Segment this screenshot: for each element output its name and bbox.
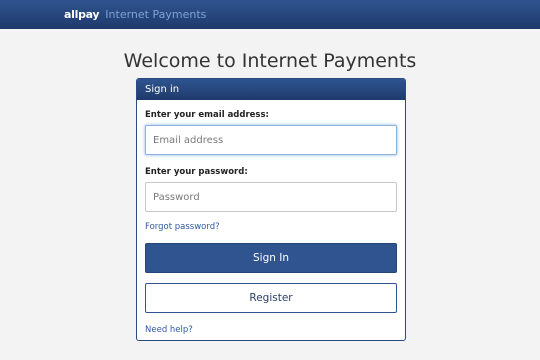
signin-panel-header: Sign in: [137, 79, 405, 100]
password-input[interactable]: [145, 182, 397, 212]
signin-panel: Sign in Enter your email address: Enter …: [136, 78, 406, 341]
need-help-link[interactable]: Need help?: [145, 325, 193, 335]
signin-panel-title: Sign in: [145, 84, 180, 95]
app-name: Internet Payments: [105, 8, 207, 21]
forgot-password-link[interactable]: Forgot password?: [145, 222, 220, 232]
register-button[interactable]: Register: [145, 283, 397, 313]
allpay-logo[interactable]: allpay: [64, 8, 100, 21]
email-input[interactable]: [145, 125, 397, 155]
top-bar: allpay Internet Payments: [0, 0, 540, 29]
email-label: Enter your email address:: [145, 110, 269, 120]
page-title: Welcome to Internet Payments: [123, 50, 417, 72]
password-label: Enter your password:: [145, 167, 248, 177]
sign-in-button[interactable]: Sign In: [145, 243, 397, 273]
signin-form: Enter your email address: Enter your pas…: [137, 100, 405, 336]
